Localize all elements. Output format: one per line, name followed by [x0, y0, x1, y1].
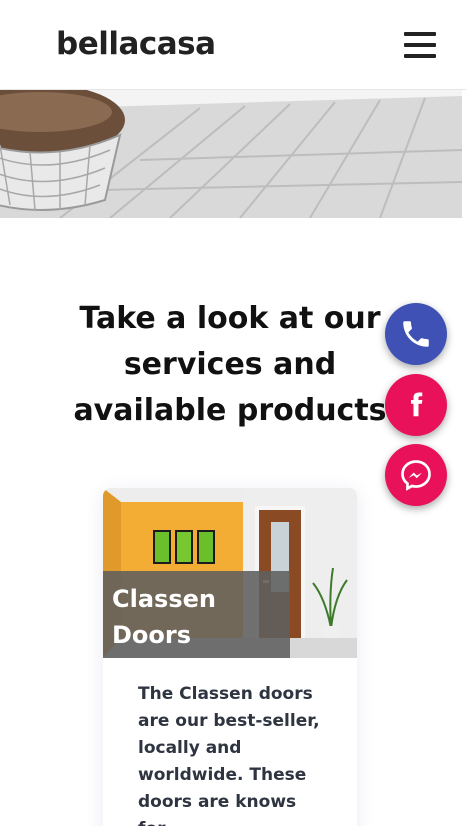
headline-line: services and [123, 347, 337, 382]
phone-button[interactable] [385, 303, 447, 365]
card-title-line: Classen [112, 585, 216, 613]
floor-photo [0, 90, 462, 218]
card-title-line: Doors [112, 621, 192, 649]
phone-icon [403, 321, 429, 347]
card-title-overlay: Classen Doors [103, 571, 290, 658]
product-card[interactable]: Classen Doors The Classen doors are our … [103, 488, 357, 826]
messenger-button[interactable] [385, 444, 447, 506]
facebook-icon [411, 392, 423, 417]
headline-line: available products [73, 393, 387, 428]
headline-line: Take a look at our [79, 301, 381, 336]
section-headline: Take a look at our services and availabl… [60, 296, 400, 434]
hamburger-menu-icon[interactable] [404, 32, 436, 60]
card-description: The Classen doors are our best-seller, l… [138, 684, 320, 826]
hero-image [0, 90, 462, 218]
facebook-button[interactable] [385, 374, 447, 436]
site-logo[interactable]: bellacasa [56, 26, 216, 62]
messenger-icon [401, 460, 431, 491]
site-header: bellacasa [0, 0, 466, 90]
